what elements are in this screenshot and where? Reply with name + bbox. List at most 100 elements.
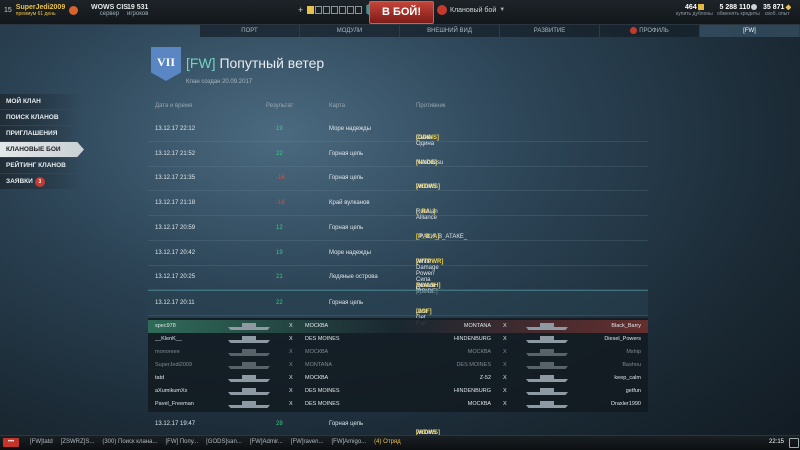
sidebar-item-clan-rating[interactable]: РЕЙТИНГ КЛАНОВ	[0, 158, 84, 173]
sidebar-item-applications[interactable]: ЗАЯВКИ 3	[0, 174, 84, 189]
row-result: -16	[276, 175, 285, 182]
col-map[interactable]: Карта	[329, 103, 345, 109]
doubloons[interactable]: 464 купить дублоны	[676, 4, 713, 17]
row-date: 13.12.17 20:25	[155, 274, 196, 281]
row-result: 22	[276, 150, 283, 157]
enemy-player-name: getfun	[625, 388, 641, 394]
table-row[interactable]: 13.12.17 21:18 -16 Край вулканов [_RA_] Rus…	[148, 191, 648, 221]
chat-tab[interactable]: [FW]raven...	[291, 439, 324, 445]
enemy-ship-silhouette-icon	[526, 362, 568, 369]
free-xp[interactable]: 35 871 своб. опыт	[763, 4, 792, 17]
versus-mark: X	[289, 323, 293, 329]
enemy-ship-silhouette-icon	[526, 388, 568, 395]
tab-profile-label: ПРОФИЛЬ	[639, 28, 669, 34]
enemy-ship-silhouette-icon	[526, 401, 568, 408]
chat-tab[interactable]: [FW]Admir...	[250, 439, 283, 445]
chat-tab[interactable]: [FW]Amigo...	[332, 439, 367, 445]
add-squad-icon[interactable]: +	[298, 5, 303, 15]
row-result: 19	[276, 126, 283, 132]
versus-mark: X	[289, 401, 293, 407]
battle-button[interactable]: В БОЙ!	[369, 1, 434, 24]
clan-tag: [FW]	[186, 55, 216, 71]
clan-tier-badge: VII	[151, 47, 181, 81]
enemy-player-name: Diesel_Powers	[604, 336, 641, 342]
table-row[interactable]: 13.12.17 20:25 21 Ледяные острова [NYASH] Д…	[148, 265, 648, 295]
sidebar-item-my-clan[interactable]: МОЙ КЛАН	[0, 94, 84, 109]
enemy-ship-silhouette-icon	[526, 349, 568, 356]
row-date: 13.12.17 20:59	[155, 224, 196, 231]
versus-mark: X	[289, 349, 293, 355]
clan-battle-icon	[437, 5, 447, 15]
enemy-ship-name: МОСКВА	[467, 401, 491, 407]
exchange-credits-label: обменять кредиты	[717, 11, 760, 17]
row-map: Море надежды	[329, 249, 371, 256]
row-result: 21	[276, 274, 283, 281]
table-row[interactable]: 13.12.17 21:52 22 Горная цепь [NNDE] Nanode…	[148, 142, 648, 167]
account-block[interactable]: 15 SuperJedi2009 премиум 61 день	[4, 4, 79, 17]
main-nav: ПОРТ МОДУЛИ ВНЕШНИЙ ВИД РАЗВИТИЕ ПРОФИЛЬ…	[200, 25, 800, 37]
buy-doubloons-label: купить дублоны	[676, 11, 713, 17]
enemy-ship-silhouette-icon	[526, 323, 568, 330]
tab-appearance[interactable]: ВНЕШНИЙ ВИД	[400, 25, 500, 37]
chat-tab[interactable]: [ZSWRZ]S...	[61, 439, 95, 445]
row-map: Горная цепь	[329, 175, 364, 182]
col-opponent[interactable]: Противник	[416, 103, 445, 109]
online-players: 19 531 игроков	[127, 4, 148, 17]
sidebar-item-clan-search[interactable]: ПОИСК КЛАНОВ	[0, 110, 84, 125]
ally-player-name: aXumikumXx	[155, 388, 188, 394]
doubloons-value: 464	[685, 4, 697, 11]
players-count: 19 531	[127, 4, 149, 11]
slot-indicators	[307, 6, 363, 14]
ally-ship-silhouette-icon	[228, 362, 270, 369]
chat-tab[interactable]: [FW]tatd	[30, 439, 53, 445]
col-result[interactable]: Результат	[266, 103, 293, 109]
credits[interactable]: 5 288 110 обменять кредиты	[717, 4, 760, 17]
enemy-ship-name: МОСКВА	[467, 349, 491, 355]
free-xp-value: 35 871	[763, 4, 785, 11]
ally-ship-silhouette-icon	[228, 336, 270, 343]
ally-ship-silhouette-icon	[228, 375, 270, 382]
battle-mode-select[interactable]: Клановый бой ▼	[437, 5, 505, 15]
col-date[interactable]: Дата и время	[155, 103, 192, 109]
ally-player-name: monoreee	[155, 349, 180, 355]
table-row-expanded[interactable]: 13.12.17 20:1122Горная цепь[JGF] Just Ge…	[148, 289, 648, 327]
table-row[interactable]: 13.12.17 19:47 28 Горная цепь [WOWS] WOW…	[148, 412, 648, 436]
clan-sidebar: МОЙ КЛАН ПОИСК КЛАНОВ ПРИГЛАШЕНИЯ КЛАНОВ…	[0, 94, 84, 190]
row-map: Край вулканов	[329, 200, 370, 207]
chat-tab[interactable]: (4) Отряд	[374, 439, 400, 445]
ally-ship-name: MONTANA	[305, 362, 333, 368]
versus-mark: X	[503, 375, 507, 381]
battle-mode-label: Клановый бой	[450, 6, 497, 14]
tab-clan[interactable]: [FW]	[700, 25, 800, 37]
clan-title: [FW] Попутный ветер	[186, 55, 324, 71]
ally-ship-name: МОСКВА	[305, 323, 329, 329]
free-xp-label: своб. опыт	[764, 11, 790, 17]
row-result: 19	[276, 249, 283, 256]
tab-modules[interactable]: МОДУЛИ	[300, 25, 400, 37]
enemy-ship-silhouette-icon	[526, 336, 568, 343]
table-row[interactable]: 13.12.17 21:35 -16 Горная цепь [WOWS] WOWS	[148, 166, 648, 192]
menu-button[interactable]: •••	[3, 438, 19, 447]
clan-created-date: Клан создан 20.09.2017	[186, 79, 253, 85]
table-row[interactable]: 13.12.17 20:59 12 Горная цепь [P_B_A] _РАКИ…	[148, 216, 648, 241]
clan-name: Попутный ветер	[219, 55, 325, 71]
chat-tab[interactable]: [FW] Попу...	[166, 439, 199, 445]
window-icon[interactable]	[789, 438, 799, 448]
chat-tab[interactable]: (300) Поиск клана...	[102, 439, 157, 445]
row-date: 13.12.17 21:35	[155, 175, 196, 182]
sidebar-item-invitations[interactable]: ПРИГЛАШЕНИЯ	[0, 126, 84, 141]
enemy-player-name: Draxler1990	[611, 401, 641, 407]
tab-profile[interactable]: ПРОФИЛЬ	[600, 25, 700, 37]
ally-ship-name: DES MOINES	[305, 336, 340, 342]
enemy-ship-silhouette-icon	[526, 375, 568, 382]
table-row[interactable]: 13.12.17 20:42 19 Море надежды [WTPWR] Whit…	[148, 241, 648, 295]
tab-development[interactable]: РАЗВИТИЕ	[500, 25, 600, 37]
ally-ship-silhouette-icon	[228, 388, 270, 395]
versus-mark: X	[289, 388, 293, 394]
enemy-player-name: Black_Barry	[611, 323, 641, 329]
sidebar-item-clan-battles[interactable]: КЛАНОВЫЕ БОИ	[0, 142, 84, 157]
table-row[interactable]: 13.12.17 22:12 19 Море надежды [ODINS] Сыны…	[148, 117, 648, 147]
chat-tab[interactable]: [GODS]san...	[206, 439, 242, 445]
doubloon-icon	[697, 4, 704, 11]
tab-port[interactable]: ПОРТ	[200, 25, 300, 37]
